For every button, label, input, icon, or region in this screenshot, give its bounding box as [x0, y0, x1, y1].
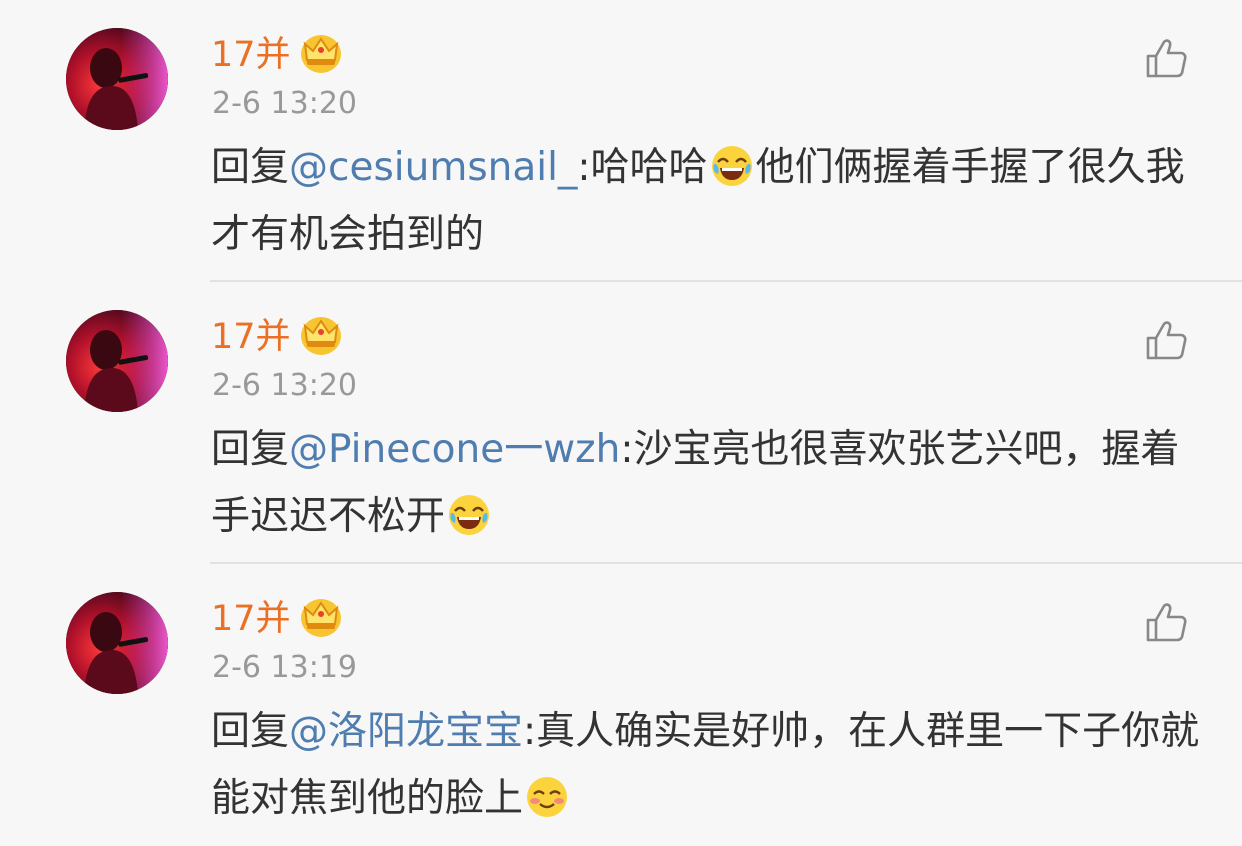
thumbs-up-icon[interactable]: [1144, 318, 1188, 362]
blushing-smile-emoji: [527, 777, 568, 817]
comment-text: 回复@cesiumsnail_:哈哈哈 他们俩握着手握了很久我才有机会拍到的: [211, 134, 1211, 268]
reply-prefix: 回复: [211, 427, 290, 472]
timestamp: 2-6 13:19: [212, 650, 357, 685]
crown-icon: [301, 35, 341, 73]
comment-text: 回复@洛阳龙宝宝:真人确实是好帅，在人群里一下子你就能对焦到他的脸上: [211, 698, 1211, 832]
timestamp: 2-6 13:20: [212, 368, 357, 403]
mention-link[interactable]: @cesiumsnail_: [289, 145, 577, 190]
username[interactable]: 17并: [211, 30, 291, 80]
comment-item: 17并 2-6 13:19 回复@洛阳龙宝宝:真人确实是好帅，在人群里一下子你就…: [0, 564, 1242, 846]
username[interactable]: 17并: [211, 312, 291, 362]
thumbs-up-icon[interactable]: [1144, 600, 1188, 644]
thumbs-up-icon[interactable]: [1144, 36, 1188, 80]
reply-prefix: 回复: [211, 145, 290, 190]
crown-icon: [301, 599, 341, 637]
comment-item: 17并 2-6 13:20 回复@cesiumsnail_:哈哈哈 他们俩握着手…: [0, 0, 1242, 282]
comment-item: 17并 2-6 13:20 回复@Pinecone一wzh:沙宝亮也很喜欢张艺兴…: [0, 282, 1242, 564]
avatar[interactable]: [66, 310, 168, 412]
comment-text: 回复@Pinecone一wzh:沙宝亮也很喜欢张艺兴吧，握着手迟迟不松开: [211, 416, 1211, 550]
avatar[interactable]: [66, 28, 168, 130]
mention-link[interactable]: @Pinecone一wzh: [289, 427, 620, 472]
timestamp: 2-6 13:20: [212, 86, 357, 121]
username[interactable]: 17并: [211, 594, 291, 644]
reply-prefix: 回复: [211, 709, 290, 754]
comment-body: :哈哈哈: [577, 145, 708, 190]
crown-icon: [301, 317, 341, 355]
avatar[interactable]: [66, 592, 168, 694]
tears-of-joy-emoji: [449, 495, 490, 535]
mention-link[interactable]: @洛阳龙宝宝: [289, 709, 523, 754]
tears-of-joy-emoji: [711, 146, 752, 186]
